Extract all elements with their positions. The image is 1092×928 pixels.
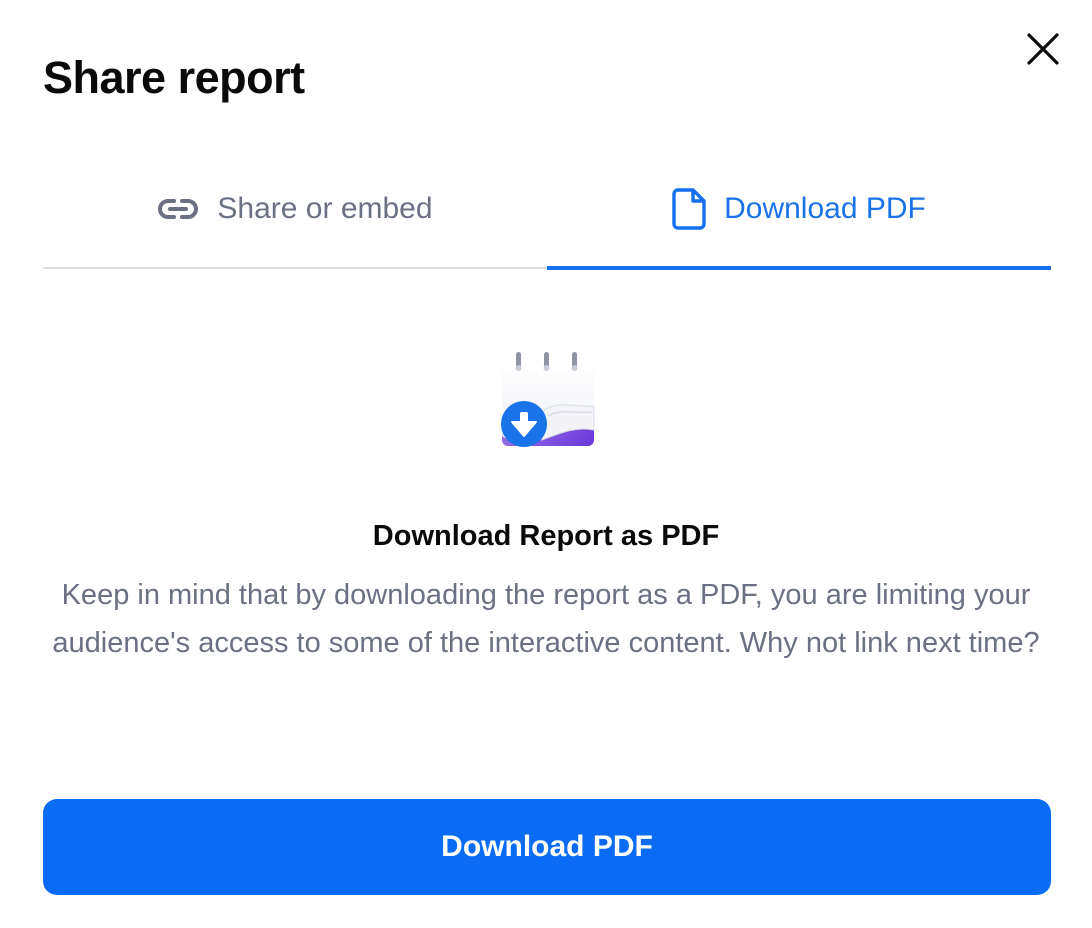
file-icon <box>672 188 706 230</box>
tab-share-or-embed[interactable]: Share or embed <box>43 150 547 269</box>
tab-label: Share or embed <box>217 192 433 225</box>
calendar-download-illustration <box>498 350 598 450</box>
close-icon <box>1027 33 1059 65</box>
download-pdf-button[interactable]: Download PDF <box>43 799 1051 895</box>
tab-download-pdf[interactable]: Download PDF <box>547 150 1051 270</box>
content-heading: Download Report as PDF <box>372 520 720 552</box>
link-icon <box>157 197 199 221</box>
dialog-title: Share report <box>43 52 305 103</box>
close-button[interactable] <box>1018 24 1068 74</box>
tab-label: Download PDF <box>724 192 926 225</box>
content-description: Keep in mind that by downloading the rep… <box>52 579 1040 659</box>
tab-bar: Share or embed Download PDF <box>43 150 1051 271</box>
